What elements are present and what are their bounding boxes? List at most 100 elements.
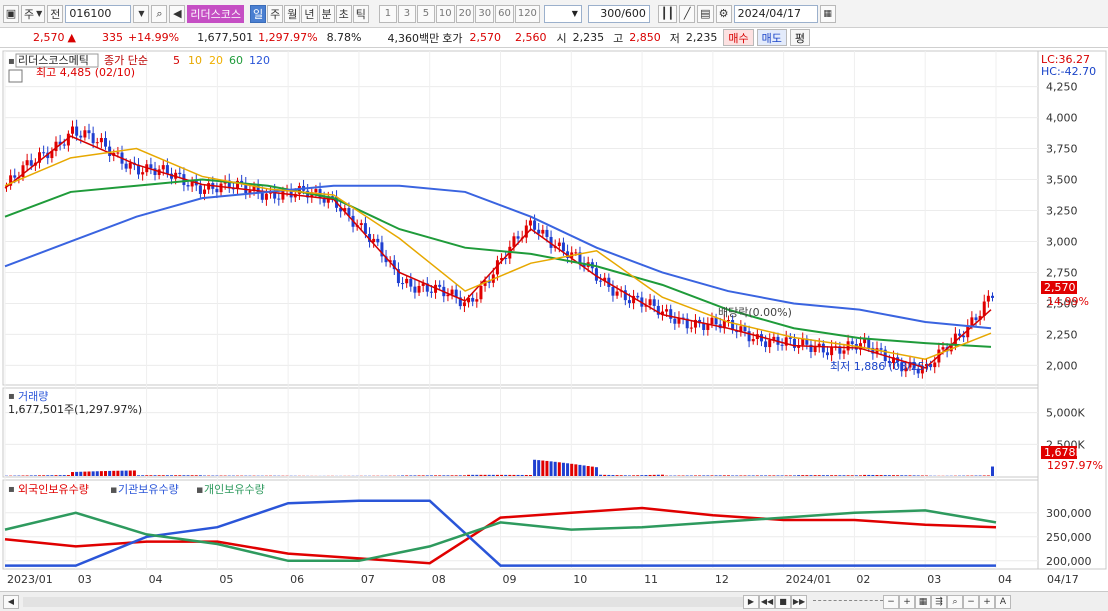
candle-body bbox=[974, 317, 978, 320]
stop-icon[interactable]: ■ bbox=[775, 594, 791, 609]
forward-icon[interactable]: ▶▶ bbox=[791, 594, 807, 609]
volume-bar bbox=[986, 475, 990, 476]
period-select[interactable]: 주 ▼ bbox=[21, 4, 46, 23]
sell-button[interactable]: 매도 bbox=[756, 29, 787, 46]
volume-bar bbox=[557, 462, 561, 476]
save-icon[interactable]: ▤ bbox=[697, 4, 714, 23]
candle-body bbox=[203, 189, 207, 194]
scroll-right-icon[interactable]: ▶ bbox=[743, 594, 759, 609]
grid-icon[interactable]: ▦ bbox=[915, 594, 931, 609]
eval-button[interactable]: 평 bbox=[789, 29, 810, 46]
rewind-icon[interactable]: ◀◀ bbox=[759, 594, 775, 609]
volume-bar bbox=[446, 475, 450, 476]
minute-button-10[interactable]: 10 bbox=[435, 4, 455, 23]
candle-body bbox=[25, 160, 29, 166]
volume-settings-icon[interactable]: ▪ bbox=[8, 391, 15, 402]
x-tick-label: 11 bbox=[644, 573, 658, 586]
price-tick-label: 3,250 bbox=[1046, 205, 1078, 218]
candle-type-icon[interactable]: ┃┃ bbox=[657, 4, 678, 23]
minute-button-3[interactable]: 3 bbox=[397, 4, 416, 23]
mode-select[interactable]: 전 bbox=[47, 4, 64, 23]
candle-body bbox=[710, 317, 714, 325]
legend-settings-icon[interactable]: ▪ bbox=[8, 56, 15, 67]
scroll-left-icon[interactable]: ◀ bbox=[3, 594, 19, 609]
stock-chart[interactable]: 4,2504,0003,7503,5003,2503,0002,7502,500… bbox=[0, 48, 1108, 591]
date-input[interactable]: 2024/04/17 bbox=[733, 4, 818, 23]
x-axis-ticks: 2023/01 03 04 05 06 07 08 09 10 11 12 2024/01 02 03 04… bbox=[7, 573, 1079, 586]
minute-button-30[interactable]: 30 bbox=[475, 4, 495, 23]
candle-body bbox=[75, 126, 79, 136]
code-dropdown-button[interactable]: ▼ bbox=[133, 4, 150, 23]
line-tool-icon[interactable]: ╱ bbox=[679, 4, 696, 23]
volume-bar bbox=[62, 475, 66, 476]
volume-bar bbox=[524, 474, 528, 476]
zoom-out-icon[interactable]: − bbox=[883, 594, 899, 609]
candle-body bbox=[648, 299, 652, 306]
minute-button-1[interactable]: 1 bbox=[378, 4, 397, 23]
plus-icon[interactable]: + bbox=[979, 594, 995, 609]
candle-body bbox=[83, 130, 87, 138]
volume-bar bbox=[582, 465, 586, 476]
window-menu-icon[interactable]: ▣ bbox=[3, 4, 19, 23]
scroll-track[interactable] bbox=[23, 596, 743, 607]
count-input[interactable]: 300/600 bbox=[587, 4, 650, 23]
price-tick-label: 3,500 bbox=[1046, 174, 1078, 187]
volume-bar bbox=[42, 475, 46, 476]
custom-period-select[interactable]: ▼ bbox=[543, 4, 582, 23]
period-button-tick[interactable]: 틱 bbox=[352, 4, 369, 23]
buy-button[interactable]: 매수 bbox=[723, 29, 754, 46]
calendar-icon[interactable]: ▦ bbox=[819, 4, 836, 23]
stock-name-label[interactable]: 리더스코스 bbox=[187, 4, 245, 23]
candle-body bbox=[207, 183, 211, 190]
search-icon[interactable]: ⌕ bbox=[151, 4, 168, 23]
minute-button-60[interactable]: 60 bbox=[495, 4, 514, 23]
minute-button-120[interactable]: 120 bbox=[514, 4, 540, 23]
period-button-year[interactable]: 년 bbox=[301, 4, 318, 23]
volume-pct-tag: 1297.97% bbox=[1047, 459, 1103, 472]
arrange-icon[interactable]: ⇶ bbox=[931, 594, 947, 609]
volume-bar bbox=[875, 475, 879, 476]
candle-body bbox=[673, 318, 677, 324]
volume-bar bbox=[900, 475, 904, 476]
volume-bar bbox=[731, 475, 735, 476]
period-select-value: 주 bbox=[24, 7, 35, 21]
candle-body bbox=[615, 291, 619, 296]
volume-bar bbox=[689, 475, 693, 476]
volume-bar bbox=[500, 474, 504, 476]
price-change-pct: +14.99% bbox=[127, 31, 180, 44]
stock-code-input[interactable]: 016100 bbox=[65, 4, 132, 23]
holding-settings-icon[interactable]: ▪ bbox=[8, 484, 15, 495]
minute-button-5[interactable]: 5 bbox=[416, 4, 435, 23]
volume-bar bbox=[50, 475, 54, 476]
search-zoom-icon[interactable]: ⌕ bbox=[947, 594, 963, 609]
period-button-second[interactable]: 초 bbox=[335, 4, 352, 23]
legend-foreign: 외국인보유수량 bbox=[18, 483, 89, 496]
volume-bar bbox=[46, 475, 50, 476]
volume-bar bbox=[165, 475, 169, 476]
volume-bar bbox=[726, 475, 730, 476]
volume-bar bbox=[178, 475, 182, 476]
minute-button-20[interactable]: 20 bbox=[455, 4, 475, 23]
volume-bar bbox=[541, 460, 545, 476]
volume-bar bbox=[586, 466, 590, 476]
volume-bar bbox=[858, 475, 862, 476]
period-button-month[interactable]: 월 bbox=[284, 4, 301, 23]
table-icon[interactable] bbox=[8, 69, 23, 83]
period-button-minute[interactable]: 분 bbox=[318, 4, 335, 23]
zoom-slider[interactable] bbox=[813, 599, 883, 604]
candle-body bbox=[825, 352, 829, 356]
zoom-in-icon[interactable]: + bbox=[899, 594, 915, 609]
period-button-day[interactable]: 일 bbox=[250, 4, 267, 23]
gear-icon[interactable]: ⚙ bbox=[715, 4, 732, 23]
candle-body bbox=[479, 285, 483, 300]
volume-bar bbox=[170, 475, 174, 476]
pct-tag: 14.99% bbox=[1047, 295, 1089, 308]
candle-body bbox=[95, 142, 99, 144]
period-button-week[interactable]: 주 bbox=[267, 4, 284, 23]
volume-bar bbox=[153, 475, 157, 476]
text-tool-icon[interactable]: A bbox=[995, 594, 1011, 609]
minus-icon[interactable]: − bbox=[963, 594, 979, 609]
volume-title: 거래량 bbox=[18, 390, 48, 403]
max-price-label: 최고 4,485 (02/10) bbox=[36, 66, 135, 79]
speaker-icon[interactable]: ◀ bbox=[169, 4, 186, 23]
